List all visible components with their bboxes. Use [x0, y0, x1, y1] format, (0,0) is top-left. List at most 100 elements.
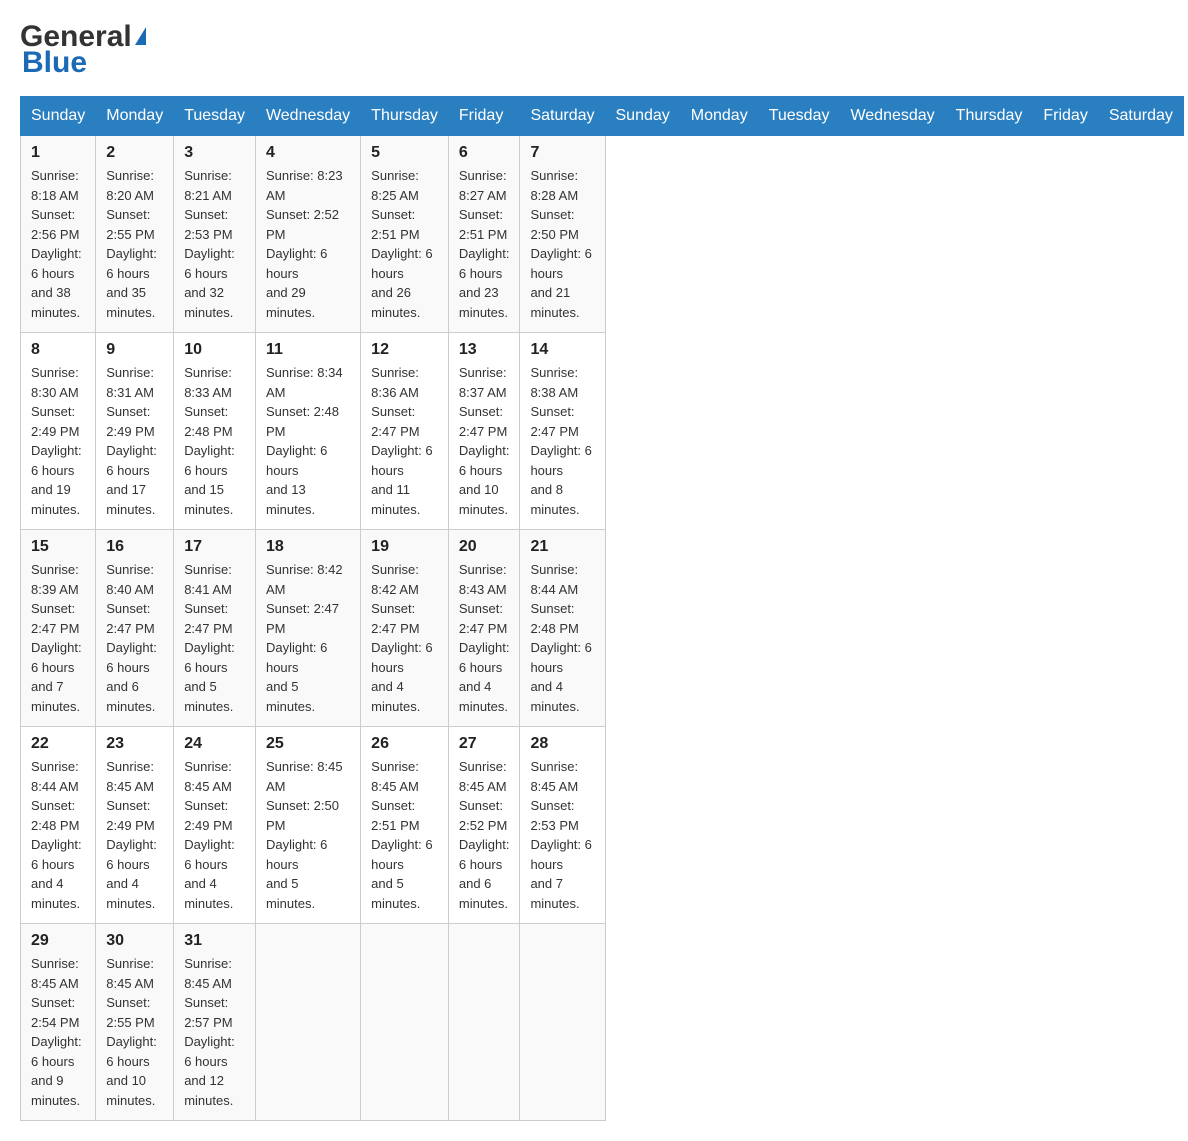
calendar-cell: 22 Sunrise: 8:44 AMSunset: 2:48 PMDaylig… [21, 727, 96, 924]
day-info: Sunrise: 8:25 AMSunset: 2:51 PMDaylight:… [371, 166, 438, 322]
calendar-cell: 24 Sunrise: 8:45 AMSunset: 2:49 PMDaylig… [174, 727, 256, 924]
day-number: 17 [184, 538, 245, 556]
day-number: 18 [266, 538, 350, 556]
day-number: 12 [371, 341, 438, 359]
col-header-monday: Monday [680, 97, 758, 136]
day-number: 21 [530, 538, 594, 556]
day-number: 10 [184, 341, 245, 359]
day-info: Sunrise: 8:45 AMSunset: 2:57 PMDaylight:… [184, 954, 245, 1110]
calendar-cell: 17 Sunrise: 8:41 AMSunset: 2:47 PMDaylig… [174, 530, 256, 727]
calendar-cell: 1 Sunrise: 8:18 AMSunset: 2:56 PMDayligh… [21, 136, 96, 333]
calendar-cell: 19 Sunrise: 8:42 AMSunset: 2:47 PMDaylig… [361, 530, 449, 727]
page-header: General Blue [20, 20, 1168, 80]
col-header-wednesday: Wednesday [840, 97, 945, 136]
day-info: Sunrise: 8:40 AMSunset: 2:47 PMDaylight:… [106, 560, 163, 716]
day-info: Sunrise: 8:41 AMSunset: 2:47 PMDaylight:… [184, 560, 245, 716]
calendar-cell: 25 Sunrise: 8:45 AMSunset: 2:50 PMDaylig… [255, 727, 360, 924]
day-info: Sunrise: 8:30 AMSunset: 2:49 PMDaylight:… [31, 363, 85, 519]
calendar-week-2: 8 Sunrise: 8:30 AMSunset: 2:49 PMDayligh… [21, 333, 1184, 530]
day-info: Sunrise: 8:45 AMSunset: 2:54 PMDaylight:… [31, 954, 85, 1110]
logo: General Blue [20, 20, 146, 80]
calendar-cell: 9 Sunrise: 8:31 AMSunset: 2:49 PMDayligh… [96, 333, 174, 530]
header-friday: Friday [448, 97, 520, 136]
calendar-cell [520, 924, 605, 1121]
calendar-cell: 12 Sunrise: 8:36 AMSunset: 2:47 PMDaylig… [361, 333, 449, 530]
day-info: Sunrise: 8:45 AMSunset: 2:49 PMDaylight:… [184, 757, 245, 913]
day-info: Sunrise: 8:45 AMSunset: 2:55 PMDaylight:… [106, 954, 163, 1110]
header-thursday: Thursday [361, 97, 449, 136]
calendar-week-4: 22 Sunrise: 8:44 AMSunset: 2:48 PMDaylig… [21, 727, 1184, 924]
day-info: Sunrise: 8:36 AMSunset: 2:47 PMDaylight:… [371, 363, 438, 519]
day-number: 2 [106, 144, 163, 162]
calendar-cell: 4 Sunrise: 8:23 AMSunset: 2:52 PMDayligh… [255, 136, 360, 333]
day-info: Sunrise: 8:45 AMSunset: 2:49 PMDaylight:… [106, 757, 163, 913]
day-info: Sunrise: 8:34 AMSunset: 2:48 PMDaylight:… [266, 363, 350, 519]
header-tuesday: Tuesday [174, 97, 256, 136]
calendar-cell: 7 Sunrise: 8:28 AMSunset: 2:50 PMDayligh… [520, 136, 605, 333]
day-number: 31 [184, 932, 245, 950]
calendar-cell: 15 Sunrise: 8:39 AMSunset: 2:47 PMDaylig… [21, 530, 96, 727]
day-number: 7 [530, 144, 594, 162]
calendar-cell: 16 Sunrise: 8:40 AMSunset: 2:47 PMDaylig… [96, 530, 174, 727]
day-number: 30 [106, 932, 163, 950]
calendar-week-1: 1 Sunrise: 8:18 AMSunset: 2:56 PMDayligh… [21, 136, 1184, 333]
header-sunday: Sunday [21, 97, 96, 136]
day-number: 25 [266, 735, 350, 753]
day-info: Sunrise: 8:39 AMSunset: 2:47 PMDaylight:… [31, 560, 85, 716]
calendar-header-row: SundayMondayTuesdayWednesdayThursdayFrid… [21, 97, 1184, 136]
day-number: 23 [106, 735, 163, 753]
logo-blue-text: Blue [22, 46, 87, 80]
logo-triangle-icon [135, 27, 146, 45]
calendar-cell: 6 Sunrise: 8:27 AMSunset: 2:51 PMDayligh… [448, 136, 520, 333]
day-info: Sunrise: 8:21 AMSunset: 2:53 PMDaylight:… [184, 166, 245, 322]
day-info: Sunrise: 8:45 AMSunset: 2:53 PMDaylight:… [530, 757, 594, 913]
col-header-thursday: Thursday [945, 97, 1033, 136]
day-number: 28 [530, 735, 594, 753]
calendar-cell: 13 Sunrise: 8:37 AMSunset: 2:47 PMDaylig… [448, 333, 520, 530]
col-header-friday: Friday [1033, 97, 1098, 136]
day-number: 29 [31, 932, 85, 950]
day-number: 16 [106, 538, 163, 556]
calendar-cell [448, 924, 520, 1121]
calendar-cell: 31 Sunrise: 8:45 AMSunset: 2:57 PMDaylig… [174, 924, 256, 1121]
header-monday: Monday [96, 97, 174, 136]
day-number: 3 [184, 144, 245, 162]
day-number: 11 [266, 341, 350, 359]
calendar-cell [361, 924, 449, 1121]
header-wednesday: Wednesday [255, 97, 360, 136]
calendar-cell: 2 Sunrise: 8:20 AMSunset: 2:55 PMDayligh… [96, 136, 174, 333]
calendar-cell: 11 Sunrise: 8:34 AMSunset: 2:48 PMDaylig… [255, 333, 360, 530]
day-info: Sunrise: 8:37 AMSunset: 2:47 PMDaylight:… [459, 363, 510, 519]
col-header-tuesday: Tuesday [758, 97, 840, 136]
calendar-cell: 26 Sunrise: 8:45 AMSunset: 2:51 PMDaylig… [361, 727, 449, 924]
day-number: 15 [31, 538, 85, 556]
calendar-cell: 27 Sunrise: 8:45 AMSunset: 2:52 PMDaylig… [448, 727, 520, 924]
calendar-week-5: 29 Sunrise: 8:45 AMSunset: 2:54 PMDaylig… [21, 924, 1184, 1121]
calendar-cell: 8 Sunrise: 8:30 AMSunset: 2:49 PMDayligh… [21, 333, 96, 530]
calendar-cell: 23 Sunrise: 8:45 AMSunset: 2:49 PMDaylig… [96, 727, 174, 924]
calendar-cell: 10 Sunrise: 8:33 AMSunset: 2:48 PMDaylig… [174, 333, 256, 530]
day-number: 27 [459, 735, 510, 753]
day-info: Sunrise: 8:20 AMSunset: 2:55 PMDaylight:… [106, 166, 163, 322]
day-info: Sunrise: 8:44 AMSunset: 2:48 PMDaylight:… [31, 757, 85, 913]
day-info: Sunrise: 8:45 AMSunset: 2:51 PMDaylight:… [371, 757, 438, 913]
col-header-saturday: Saturday [1098, 97, 1183, 136]
calendar-cell: 28 Sunrise: 8:45 AMSunset: 2:53 PMDaylig… [520, 727, 605, 924]
day-info: Sunrise: 8:43 AMSunset: 2:47 PMDaylight:… [459, 560, 510, 716]
calendar-table: SundayMondayTuesdayWednesdayThursdayFrid… [20, 96, 1184, 1121]
day-number: 19 [371, 538, 438, 556]
day-info: Sunrise: 8:45 AMSunset: 2:52 PMDaylight:… [459, 757, 510, 913]
calendar-cell: 21 Sunrise: 8:44 AMSunset: 2:48 PMDaylig… [520, 530, 605, 727]
day-number: 6 [459, 144, 510, 162]
day-info: Sunrise: 8:42 AMSunset: 2:47 PMDaylight:… [371, 560, 438, 716]
day-info: Sunrise: 8:42 AMSunset: 2:47 PMDaylight:… [266, 560, 350, 716]
calendar-cell: 14 Sunrise: 8:38 AMSunset: 2:47 PMDaylig… [520, 333, 605, 530]
header-saturday: Saturday [520, 97, 605, 136]
day-number: 8 [31, 341, 85, 359]
day-number: 4 [266, 144, 350, 162]
day-number: 5 [371, 144, 438, 162]
calendar-week-3: 15 Sunrise: 8:39 AMSunset: 2:47 PMDaylig… [21, 530, 1184, 727]
day-number: 1 [31, 144, 85, 162]
day-info: Sunrise: 8:27 AMSunset: 2:51 PMDaylight:… [459, 166, 510, 322]
col-header-sunday: Sunday [605, 97, 680, 136]
